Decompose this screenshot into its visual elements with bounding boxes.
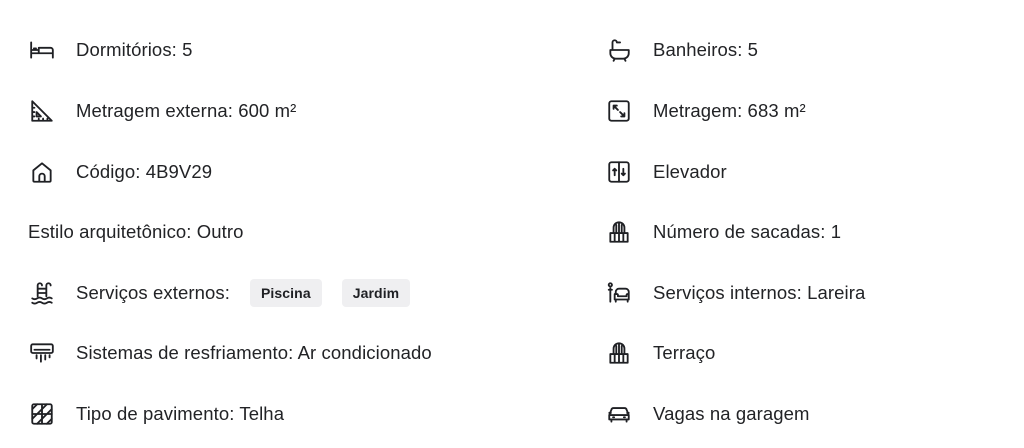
- feature-cooling: Sistemas de resfriamento: Ar condicionad…: [28, 333, 432, 373]
- feature-terrace: Terraço: [605, 333, 715, 373]
- chip-garden: Jardim: [341, 279, 411, 307]
- ruler-triangle-icon: [28, 97, 56, 125]
- feature-label: Serviços internos: Lareira: [653, 282, 866, 303]
- fireplace-armchair-icon: [605, 279, 633, 307]
- feature-label: Banheiros: 5: [653, 39, 759, 60]
- feature-internal-services: Serviços internos: Lareira: [605, 273, 865, 313]
- feature-garage: Vagas na garagem: [605, 394, 810, 434]
- feature-area: Metragem: 683 m²: [605, 91, 806, 131]
- pool-icon: [28, 279, 56, 307]
- expand-arrows-icon: [605, 97, 633, 125]
- feature-architectural-style: Estilo arquitetônico: Outro: [28, 212, 244, 252]
- feature-label: Metragem: 683 m²: [653, 100, 806, 121]
- feature-elevator: Elevador: [605, 152, 727, 192]
- feature-label: Tipo de pavimento: Telha: [76, 403, 285, 424]
- feature-label: Serviços externos:: [76, 282, 230, 303]
- feature-label: Código: 4B9V29: [76, 161, 213, 182]
- feature-flooring: Tipo de pavimento: Telha: [28, 394, 284, 434]
- feature-label: Dormitórios: 5: [76, 39, 193, 60]
- feature-external-services: Serviços externos: Piscina Jardim: [28, 273, 411, 313]
- property-features: Dormitórios: 5 Banheiros: 5 Metragem ext…: [0, 0, 1024, 448]
- feature-label: Elevador: [653, 161, 727, 182]
- terrace-icon: [605, 339, 633, 367]
- air-conditioner-icon: [28, 339, 56, 367]
- floor-tile-icon: [28, 400, 56, 428]
- house-icon: [28, 158, 56, 186]
- feature-label: Metragem externa: 600 m²: [76, 100, 297, 121]
- bathtub-icon: [605, 36, 633, 64]
- feature-code: Código: 4B9V29: [28, 152, 212, 192]
- chip-pool: Piscina: [249, 279, 322, 307]
- feature-label: Estilo arquitetônico: Outro: [28, 221, 244, 242]
- bed-icon: [28, 36, 56, 64]
- feature-bathrooms: Banheiros: 5: [605, 30, 758, 70]
- feature-label: Número de sacadas: 1: [653, 221, 842, 242]
- elevator-icon: [605, 158, 633, 186]
- feature-label: Sistemas de resfriamento: Ar condicionad…: [76, 342, 432, 363]
- feature-label: Vagas na garagem: [653, 403, 810, 424]
- car-icon: [605, 400, 633, 428]
- balcony-icon: [605, 218, 633, 246]
- feature-label: Terraço: [653, 342, 716, 363]
- feature-external-area: Metragem externa: 600 m²: [28, 91, 296, 131]
- feature-bedrooms: Dormitórios: 5: [28, 30, 193, 70]
- feature-balconies: Número de sacadas: 1: [605, 212, 841, 252]
